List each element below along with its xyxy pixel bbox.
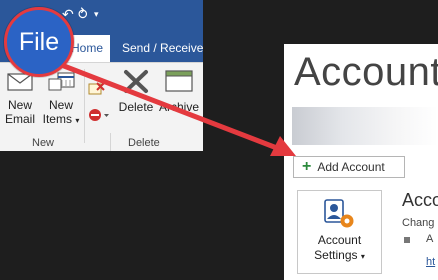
- section-heading: Acco: [402, 190, 438, 210]
- archive-icon: [165, 70, 193, 92]
- section-subtext: Chang: [402, 217, 435, 229]
- group-label-delete: Delete: [128, 137, 160, 149]
- account-banner-image: [292, 107, 438, 145]
- add-icon: +: [302, 158, 312, 175]
- new-items-button[interactable]: New Items ▾: [40, 71, 82, 128]
- group-separator: [84, 69, 85, 143]
- ignore-button[interactable]: [88, 81, 106, 102]
- file-tab[interactable]: File: [4, 7, 74, 77]
- chevron-down-icon: ▾: [75, 116, 80, 125]
- archive-button[interactable]: Archive: [156, 67, 202, 114]
- tab-send-receive[interactable]: Send / Receive: [114, 35, 203, 62]
- new-email-button[interactable]: New Email: [2, 71, 38, 126]
- archive-label: Archive: [158, 100, 199, 114]
- account-settings-label: Account Settings ▾: [298, 233, 381, 264]
- group-separator: [110, 133, 111, 151]
- page-title: Account: [294, 50, 438, 94]
- account-settings-button[interactable]: Account Settings ▾: [297, 190, 382, 274]
- cleanup-icon: [89, 109, 109, 121]
- send-receive-qat-icon[interactable]: ⥁: [78, 6, 88, 22]
- new-email-label-1: New: [7, 98, 32, 112]
- ignore-icon: [88, 82, 105, 95]
- group-label-new: New: [32, 137, 55, 149]
- new-items-label-1: New: [48, 98, 73, 112]
- qat-dropdown-icon[interactable]: ▾: [94, 6, 99, 22]
- outlook-ribbon: ↶ ⥁ ▾ Home Send / Receive New Email New …: [0, 0, 203, 151]
- chevron-down-icon: ▾: [360, 252, 365, 261]
- account-settings-label-2: Settings: [314, 248, 358, 262]
- new-items-label-text: Items: [42, 112, 72, 126]
- bullet-text: A: [426, 233, 434, 245]
- account-link[interactable]: ht: [426, 256, 435, 268]
- bullet-marker: [404, 237, 410, 243]
- tab-send-receive-label: Send / Receive: [122, 41, 203, 55]
- add-account-label: Add Account: [317, 160, 385, 174]
- account-settings-label-1: Account: [317, 233, 362, 247]
- account-settings-icon: [324, 199, 354, 228]
- new-items-label-2: Items ▾: [40, 112, 82, 128]
- add-account-button[interactable]: + Add Account: [293, 156, 405, 178]
- file-tab-label: File: [18, 27, 60, 56]
- tab-home-label: Home: [70, 41, 103, 55]
- delete-label: Delete: [118, 100, 154, 114]
- new-email-label-2: Email: [4, 112, 35, 126]
- delete-icon: [124, 70, 148, 93]
- account-backstage: Account + Add Account Account Settings ▾…: [284, 44, 438, 280]
- delete-button[interactable]: Delete: [116, 67, 156, 114]
- cleanup-button[interactable]: [88, 107, 110, 128]
